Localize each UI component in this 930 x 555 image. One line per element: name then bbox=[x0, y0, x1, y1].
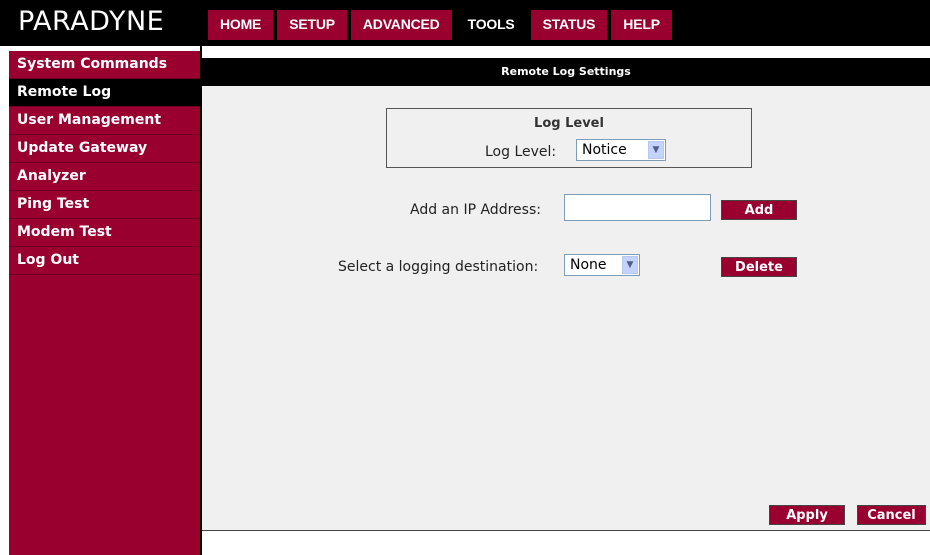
delete-button[interactable]: Delete bbox=[721, 257, 797, 277]
sidebar-item-remote-log[interactable]: Remote Log bbox=[9, 79, 200, 107]
sidebar-item-modem-test[interactable]: Modem Test bbox=[9, 219, 200, 247]
nav-advanced[interactable]: ADVANCED bbox=[350, 10, 452, 40]
main-nav: HOME SETUP ADVANCED TOOLS STATUS HELP bbox=[208, 10, 676, 40]
sidebar: System Commands Remote Log User Manageme… bbox=[9, 48, 200, 555]
log-level-group: Log Level Log Level: Notice ▼ bbox=[386, 108, 752, 168]
log-level-heading: Log Level bbox=[534, 116, 604, 131]
log-level-select-value: Notice bbox=[582, 142, 627, 158]
sidebar-item-ping-test[interactable]: Ping Test bbox=[9, 191, 200, 219]
chevron-down-icon[interactable]: ▼ bbox=[648, 141, 664, 159]
nav-help[interactable]: HELP bbox=[611, 10, 672, 40]
logging-destination-label: Select a logging destination: bbox=[338, 259, 539, 275]
add-button[interactable]: Add bbox=[721, 200, 797, 220]
nav-tools[interactable]: TOOLS bbox=[455, 10, 527, 40]
sidebar-item-update-gateway[interactable]: Update Gateway bbox=[9, 135, 200, 163]
top-bar: PARADYNE HOME SETUP ADVANCED TOOLS STATU… bbox=[0, 0, 930, 46]
sidebar-item-user-management[interactable]: User Management bbox=[9, 107, 200, 135]
nav-status[interactable]: STATUS bbox=[530, 10, 608, 40]
logging-destination-select-value: None bbox=[570, 257, 607, 273]
apply-button[interactable]: Apply bbox=[769, 505, 845, 525]
paradyne-logo: PARADYNE bbox=[18, 6, 165, 37]
nav-home[interactable]: HOME bbox=[208, 10, 274, 40]
sidebar-item-log-out[interactable]: Log Out bbox=[9, 247, 200, 275]
ip-address-input[interactable] bbox=[564, 194, 711, 221]
cancel-button[interactable]: Cancel bbox=[857, 505, 926, 525]
nav-setup[interactable]: SETUP bbox=[277, 10, 347, 40]
sidebar-item-system-commands[interactable]: System Commands bbox=[9, 51, 200, 79]
sidebar-item-analyzer[interactable]: Analyzer bbox=[9, 163, 200, 191]
remote-log-panel: Remote Log Settings Log Level Log Level:… bbox=[202, 58, 930, 531]
log-level-label: Log Level: bbox=[485, 144, 557, 160]
log-level-select[interactable]: Notice ▼ bbox=[576, 139, 666, 161]
chevron-down-icon[interactable]: ▼ bbox=[622, 256, 638, 274]
logging-destination-select[interactable]: None ▼ bbox=[564, 254, 640, 276]
page-title: Remote Log Settings bbox=[202, 58, 930, 86]
ip-address-label: Add an IP Address: bbox=[410, 202, 541, 218]
